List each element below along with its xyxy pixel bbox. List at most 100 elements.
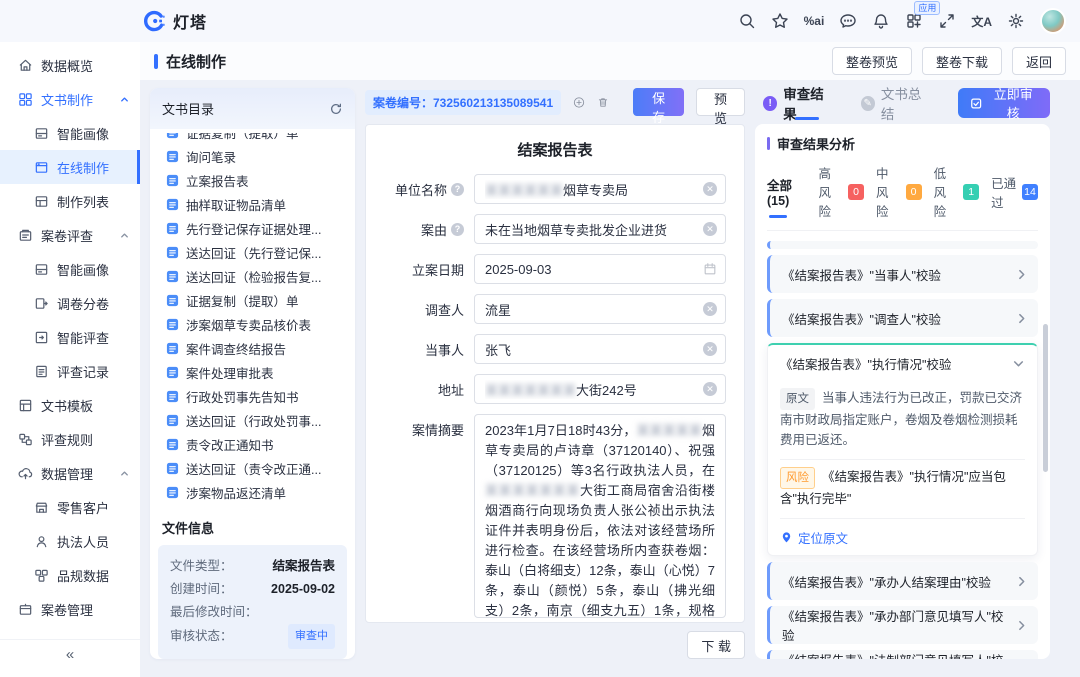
review-item[interactable]: 《结案报告表》"调查人"校验	[767, 299, 1038, 337]
doc-list-item[interactable]: 行政处罚事先告知书	[158, 384, 347, 408]
text-input[interactable]: 某某某某某某某大街242号✕	[474, 374, 726, 404]
page-action-button[interactable]: 返回	[1012, 47, 1066, 75]
app-root: 灯塔 %ai应用文A 数据概览文书制作智能画像在线制作制作列表案卷评查智能画像调…	[0, 0, 1080, 677]
doc-list-item[interactable]: 证据复制（提取）单	[158, 133, 347, 144]
doc-list-item[interactable]: 证据复制（提取）单	[158, 288, 347, 312]
apps-icon[interactable]: 应用	[905, 12, 923, 30]
filter-risk[interactable]: 高风险0	[818, 163, 864, 222]
help-icon[interactable]: ?	[451, 183, 464, 196]
sidebar-subitem[interactable]: 评查记录	[0, 354, 140, 388]
doc-list-item[interactable]: 送达回证（责令改正通...	[158, 456, 347, 480]
sidebar-item[interactable]: 文书制作	[0, 82, 140, 116]
doc-list-item[interactable]: 立案报告表	[158, 168, 347, 192]
text-input[interactable]: 张飞✕	[474, 334, 726, 364]
sidebar-subitem[interactable]: 智能画像	[0, 252, 140, 286]
doc-list-item[interactable]: 案件调查终结报告	[158, 336, 347, 360]
filter-risk[interactable]: 低风险1	[934, 163, 980, 222]
page-action-button[interactable]: 整卷下载	[922, 47, 1002, 75]
refresh-icon[interactable]	[329, 102, 343, 116]
download-button[interactable]: 下 载	[687, 631, 745, 659]
sidebar-subitem[interactable]: 制作列表	[0, 184, 140, 218]
search-icon[interactable]	[738, 12, 756, 30]
settings-icon[interactable]	[1007, 12, 1025, 30]
text-input[interactable]: 某某某某某某烟草专卖局✕	[474, 174, 726, 204]
calendar-icon[interactable]	[703, 262, 717, 276]
clear-icon[interactable]: ✕	[703, 302, 717, 316]
tab-doc-summary[interactable]: ✎文书总结	[861, 88, 933, 118]
review-item-partial[interactable]	[767, 241, 1038, 249]
text-input[interactable]: 流星✕	[474, 294, 726, 324]
filter-risk[interactable]: 已通过14	[991, 173, 1038, 213]
document-icon	[166, 246, 179, 259]
file-info-label: 文件类型：	[170, 555, 233, 578]
doc-item-label: 送达回证（检验报告复...	[186, 267, 321, 286]
review-scrollbar[interactable]	[1043, 324, 1048, 472]
sidebar-subitem[interactable]: 零售客户	[0, 490, 140, 524]
text-input[interactable]: 2025-09-03	[474, 254, 726, 284]
message-icon[interactable]	[839, 12, 857, 30]
bell-icon[interactable]	[872, 12, 890, 30]
sidebar-subitem[interactable]: 调卷分卷	[0, 286, 140, 320]
user-avatar[interactable]	[1040, 8, 1066, 34]
fullscreen-icon[interactable]	[938, 12, 956, 30]
blocks-icon	[34, 568, 49, 583]
document-icon	[166, 342, 179, 355]
sidebar-subitem[interactable]: 智能评查	[0, 320, 140, 354]
doc-list-item[interactable]: 送达回证（检验报告复...	[158, 264, 347, 288]
review-status-badge: 审查中	[288, 624, 335, 649]
doc-list-item[interactable]: 责令改正通知书	[158, 432, 347, 456]
sidebar-item[interactable]: 案卷管理	[0, 592, 140, 626]
trash-icon[interactable]	[597, 94, 609, 111]
doc-list-item[interactable]: 先行登记保存证据处理...	[158, 216, 347, 240]
doc-list-item[interactable]: 涉案烟草专卖品核价表	[158, 312, 347, 336]
document-icon	[166, 198, 179, 211]
document-icon	[166, 294, 179, 307]
sidebar-item[interactable]: 数据管理	[0, 456, 140, 490]
translate-icon[interactable]: 文A	[971, 12, 992, 30]
panels: 文书目录 证据复制（提取）单询问笔录立案报告表抽样取证物品清单先行登记保存证据处…	[150, 88, 1070, 659]
form-field-row: 立案日期2025-09-03	[384, 254, 726, 284]
star-icon[interactable]	[771, 12, 789, 30]
sidebar-subitem[interactable]: 智能画像	[0, 116, 140, 150]
help-icon[interactable]: ?	[451, 223, 464, 236]
text-input[interactable]: 未在当地烟草专卖批发企业进货✕	[474, 214, 726, 244]
tab-review-result[interactable]: !审查结果	[763, 88, 835, 118]
review-item[interactable]: 《结案报告表》"承办部门意见填写人"校验	[767, 606, 1038, 644]
audit-now-button[interactable]: 立即审核	[958, 88, 1050, 118]
review-item[interactable]: 《结案报告表》"当事人"校验	[767, 255, 1038, 293]
review-item[interactable]: 《结案报告表》"法制部门意见填写人"校验	[767, 650, 1038, 659]
save-button[interactable]: 保 存	[633, 88, 684, 116]
clear-icon[interactable]: ✕	[703, 222, 717, 236]
preview-button[interactable]: 预 览	[696, 88, 745, 116]
add-icon[interactable]	[573, 94, 585, 111]
sidebar-item[interactable]: 评查规则	[0, 422, 140, 456]
clear-icon[interactable]: ✕	[703, 342, 717, 356]
page-action-button[interactable]: 整卷预览	[832, 47, 912, 75]
doc-list-item[interactable]: 送达回证（先行登记保...	[158, 240, 347, 264]
clear-icon[interactable]: ✕	[703, 382, 717, 396]
doc-list-item[interactable]: 抽样取证物品清单	[158, 192, 347, 216]
case-number-badge: 案卷编号：732560213135089541	[365, 90, 561, 115]
sidebar-subitem[interactable]: 执法人员	[0, 524, 140, 558]
locate-original-link[interactable]: 定位原文	[780, 519, 1025, 547]
doc-list-item[interactable]: 送达回证（行政处罚事...	[158, 408, 347, 432]
sidebar-item[interactable]: 数据概览	[0, 48, 140, 82]
case-summary-textarea[interactable]: 2023年1月7日18时43分，某某某某某烟草专卖局的卢诗章（37120140）…	[474, 414, 726, 618]
sidebar-item[interactable]: 案卷评查	[0, 218, 140, 252]
ai-percent-icon[interactable]: %ai	[804, 12, 825, 30]
sidebar-subitem[interactable]: 在线制作	[0, 150, 140, 184]
filter-all[interactable]: 全部 (15)	[767, 175, 806, 210]
review-item[interactable]: 《结案报告表》"承办人结案理由"校验	[767, 562, 1038, 600]
doc-list-item[interactable]: 案件处理审批表	[158, 360, 347, 384]
sidebar-subitem[interactable]: 品规数据	[0, 558, 140, 592]
review-item[interactable]: 《结案报告表》"执行情况"校验	[780, 345, 1025, 381]
sidebar-subitem-label: 智能画像	[57, 124, 130, 143]
clear-icon[interactable]: ✕	[703, 182, 717, 196]
audit-check-icon	[970, 97, 982, 110]
app-logo: 灯塔	[142, 9, 207, 33]
sidebar-item[interactable]: 文书模板	[0, 388, 140, 422]
sidebar-collapse-button[interactable]: «	[0, 639, 140, 669]
doc-list-item[interactable]: 询问笔录	[158, 144, 347, 168]
doc-list-item[interactable]: 涉案物品返还清单	[158, 480, 347, 504]
filter-risk[interactable]: 中风险0	[876, 163, 922, 222]
